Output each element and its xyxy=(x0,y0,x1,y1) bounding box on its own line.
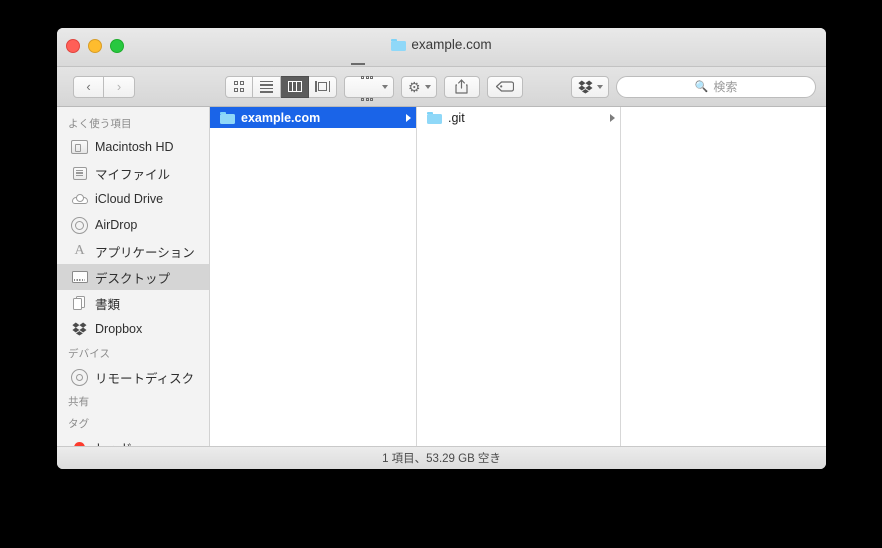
sidebar-item-airdrop[interactable]: AirDrop xyxy=(57,212,209,238)
sidebar-section-devices-header: デバイス xyxy=(68,348,111,360)
desktop-icon xyxy=(71,269,88,286)
column-view-button[interactable] xyxy=(281,75,309,98)
search-placeholder: 検索 xyxy=(713,80,738,94)
sidebar-section-shared-header: 共有 xyxy=(68,396,90,408)
remotedisc-icon xyxy=(71,368,88,386)
sidebar-item-icloud-drive[interactable]: iCloud Drive xyxy=(57,186,209,212)
cloud-icon xyxy=(71,191,88,208)
chevron-right-icon xyxy=(610,113,615,122)
chevron-down-icon xyxy=(382,84,388,89)
column-1[interactable]: example.com xyxy=(210,107,417,446)
sidebar-item-label: アプリケーション xyxy=(95,245,195,260)
tag-red-icon xyxy=(71,439,88,446)
myfiles-icon xyxy=(71,165,88,182)
folder-icon xyxy=(391,38,407,51)
sidebar-item-label: Dropbox xyxy=(95,322,143,336)
grid-icon xyxy=(233,81,245,92)
sidebar-item-desktop[interactable]: デスクトップ xyxy=(57,264,209,290)
column-view: example.com .git xyxy=(210,107,826,446)
sidebar-item-remote-disc[interactable]: リモートディスク xyxy=(57,364,209,390)
list-icon xyxy=(260,80,273,93)
status-bar: 1 項目、53.29 GB 空き xyxy=(57,446,826,469)
list-item[interactable]: .git xyxy=(417,107,620,128)
sidebar-item-documents[interactable]: 書類 xyxy=(57,290,209,316)
coverflow-view-button[interactable] xyxy=(309,75,337,98)
action-button[interactable]: ⚙ xyxy=(401,75,437,98)
sidebar-item-macintosh-hd[interactable]: Macintosh HD xyxy=(57,134,209,160)
sidebar-section-tags-header: タグ xyxy=(68,418,90,430)
search-input[interactable]: 🔍 検索 xyxy=(616,75,816,98)
search-icon: 🔍 xyxy=(694,81,709,93)
sidebar-item-label: デスクトップ xyxy=(95,271,171,286)
sidebar-item-label: リモートディスク xyxy=(95,371,195,386)
window-body: よく使う項目 Macintosh HD マイファイル iCloud Drive … xyxy=(57,107,826,446)
tags-button[interactable] xyxy=(486,75,523,98)
chevron-down-icon xyxy=(424,84,431,89)
columns-icon xyxy=(287,81,302,92)
arrange-icon xyxy=(351,63,378,110)
arrange-button[interactable] xyxy=(344,63,394,101)
icon-view-button[interactable] xyxy=(225,75,253,98)
dropbox-button[interactable] xyxy=(571,75,609,98)
title-bar: example.com xyxy=(57,28,826,67)
sidebar: よく使う項目 Macintosh HD マイファイル iCloud Drive … xyxy=(57,107,210,446)
close-button[interactable] xyxy=(66,39,80,53)
sidebar-item-label: AirDrop xyxy=(95,218,138,232)
sidebar-item-tag-red[interactable]: レッド xyxy=(57,434,209,446)
chevron-down-icon xyxy=(597,84,603,89)
airdrop-icon xyxy=(71,216,88,234)
chevron-left-icon: ‹ xyxy=(86,79,91,94)
toolbar-right-group: 🔍 検索 xyxy=(571,75,816,98)
window-title-text: example.com xyxy=(411,37,492,52)
folder-icon xyxy=(220,111,235,124)
sidebar-item-label: 書類 xyxy=(95,297,121,312)
chevron-right-icon xyxy=(406,113,411,122)
list-item-label: .git xyxy=(448,110,465,125)
navigation-buttons: ‹ › xyxy=(73,75,135,98)
sidebar-item-my-files[interactable]: マイファイル xyxy=(57,160,209,186)
forward-button[interactable]: › xyxy=(104,75,135,98)
view-mode-control xyxy=(225,75,337,98)
tag-icon xyxy=(495,81,514,92)
gear-icon: ⚙ xyxy=(408,78,421,95)
minimize-button[interactable] xyxy=(88,39,102,53)
sidebar-item-dropbox[interactable]: Dropbox xyxy=(57,316,209,342)
sidebar-item-label: レッド xyxy=(95,438,133,447)
sidebar-item-applications[interactable]: A アプリケーション xyxy=(57,238,209,264)
list-item-label: example.com xyxy=(241,110,321,125)
window-controls xyxy=(66,39,124,53)
sidebar-section-favorites-header: よく使う項目 xyxy=(68,118,132,130)
share-button[interactable] xyxy=(443,75,480,98)
dropbox-icon xyxy=(71,321,88,338)
folder-icon xyxy=(427,111,442,124)
window-title: example.com xyxy=(57,37,826,52)
column-2[interactable]: .git xyxy=(417,107,621,446)
harddisk-icon xyxy=(71,139,88,156)
applications-icon: A xyxy=(74,243,85,258)
documents-icon xyxy=(71,295,88,312)
coverflow-icon xyxy=(315,81,330,92)
list-item[interactable]: example.com xyxy=(210,107,416,128)
column-3[interactable] xyxy=(621,107,826,446)
toolbar: ‹ › ⚙ 🔍 検索 xyxy=(57,63,826,107)
dropbox-icon xyxy=(578,80,593,93)
finder-window: example.com ‹ › ⚙ 🔍 検索 よく使う項目 Macintosh … xyxy=(57,28,826,469)
status-text: 1 項目、53.29 GB 空き xyxy=(382,453,501,465)
back-button[interactable]: ‹ xyxy=(73,75,104,98)
sidebar-item-label: Macintosh HD xyxy=(95,140,174,154)
list-view-button[interactable] xyxy=(253,75,281,98)
maximize-button[interactable] xyxy=(110,39,124,53)
share-icon xyxy=(455,79,468,94)
sidebar-item-label: マイファイル xyxy=(95,167,171,182)
sidebar-item-label: iCloud Drive xyxy=(95,192,164,206)
chevron-right-icon: › xyxy=(116,79,122,94)
